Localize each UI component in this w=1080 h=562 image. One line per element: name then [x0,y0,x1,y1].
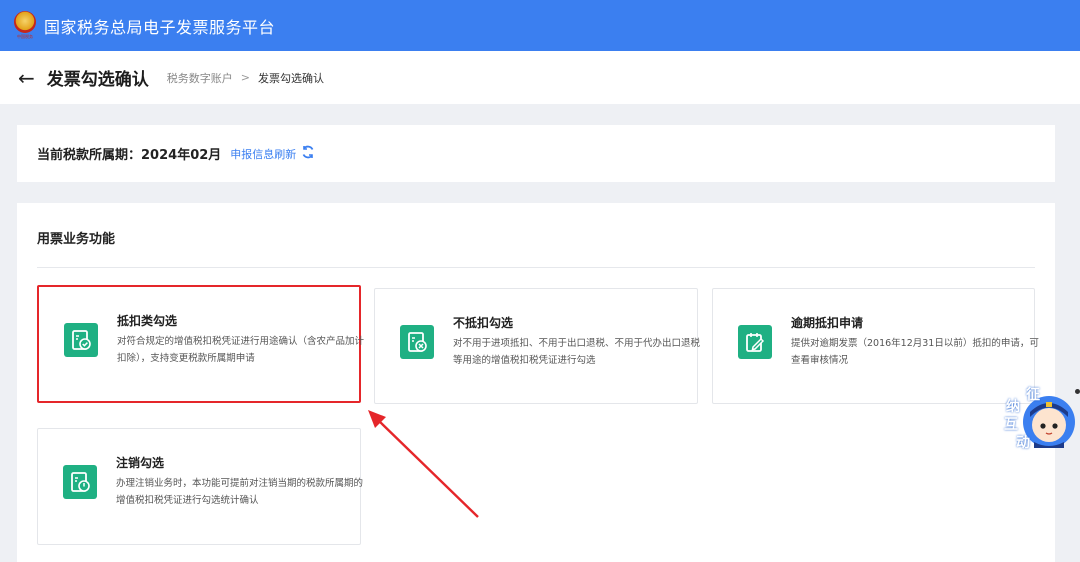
card-deduction-selection[interactable]: 抵扣类勾选 对符合规定的增值税扣税凭证进行用途确认（含农产品加计扣除），支持变更… [37,285,364,403]
breadcrumb-current: 发票勾选确认 [257,71,324,85]
page-title: 发票勾选确认 [46,70,149,90]
card-title: 注销勾选 [116,456,165,470]
card-description: 对符合规定的增值税扣税凭证进行用途确认（含农产品加计扣除），支持变更税款所属期申… [117,336,365,364]
section-divider [37,267,1035,268]
tax-period-value: 2024年02月 [141,148,222,163]
refresh-icon[interactable] [301,145,315,163]
refresh-declaration-link[interactable]: 申报信息刷新 [230,146,296,162]
badge-char: 动 [1016,435,1030,451]
tax-period-card: 当前税款所属期： 2024年02月 申报信息刷新 [17,125,1055,182]
tax-emblem-logo: 中国税务 [12,10,38,41]
logo-caption: 中国税务 [17,33,33,39]
badge-char: 征 [1026,387,1040,403]
back-arrow-icon[interactable]: ← [18,68,35,88]
card-description: 对不用于进项抵扣、不用于出口退税、不用于代办出口退税等用途的增值税扣税凭证进行勾… [453,338,701,366]
edit-calendar-icon [738,325,772,359]
card-description: 办理注销业务时，本功能可提前对注销当期的税款所属期的增值税扣税凭证进行勾选统计确… [116,478,364,506]
breadcrumb-separator: > [240,71,250,84]
app-title: 国家税务总局电子发票服务平台 [44,17,276,37]
check-document-icon [64,323,98,357]
cancel-document-icon [400,325,434,359]
page-header: ← 发票勾选确认 税务数字账户 > 发票勾选确认 [0,51,1080,104]
functions-heading: 用票业务功能 [37,232,116,247]
card-title: 逾期抵扣申请 [791,316,864,330]
scroll-indicator [1075,389,1080,394]
card-title: 抵扣类勾选 [117,314,178,328]
card-overdue-deduction-application[interactable]: 逾期抵扣申请 提供对逾期发票（2016年12月31日以前）抵扣的申请，可查看审核… [712,288,1039,404]
top-app-bar: 中国税务 国家税务总局电子发票服务平台 [0,0,1080,51]
card-cancellation-selection[interactable]: 注销勾选 办理注销业务时，本功能可提前对注销当期的税款所属期的增值税扣税凭证进行… [37,428,364,545]
badge-char: 纳 [1006,399,1020,415]
breadcrumb-parent-link[interactable]: 税务数字账户 [167,70,233,86]
tax-assistant-badge[interactable]: 征 纳 互 动 [1002,384,1080,456]
tax-period-label: 当前税款所属期： [37,148,142,163]
card-non-deduction-selection[interactable]: 不抵扣勾选 对不用于进项抵扣、不用于出口退税、不用于代办出口退税等用途的增值税扣… [374,288,701,404]
badge-char: 互 [1004,417,1018,433]
power-document-icon [63,465,97,499]
card-title: 不抵扣勾选 [453,316,514,330]
card-description: 提供对逾期发票（2016年12月31日以前）抵扣的申请，可查看审核情况 [791,338,1039,366]
